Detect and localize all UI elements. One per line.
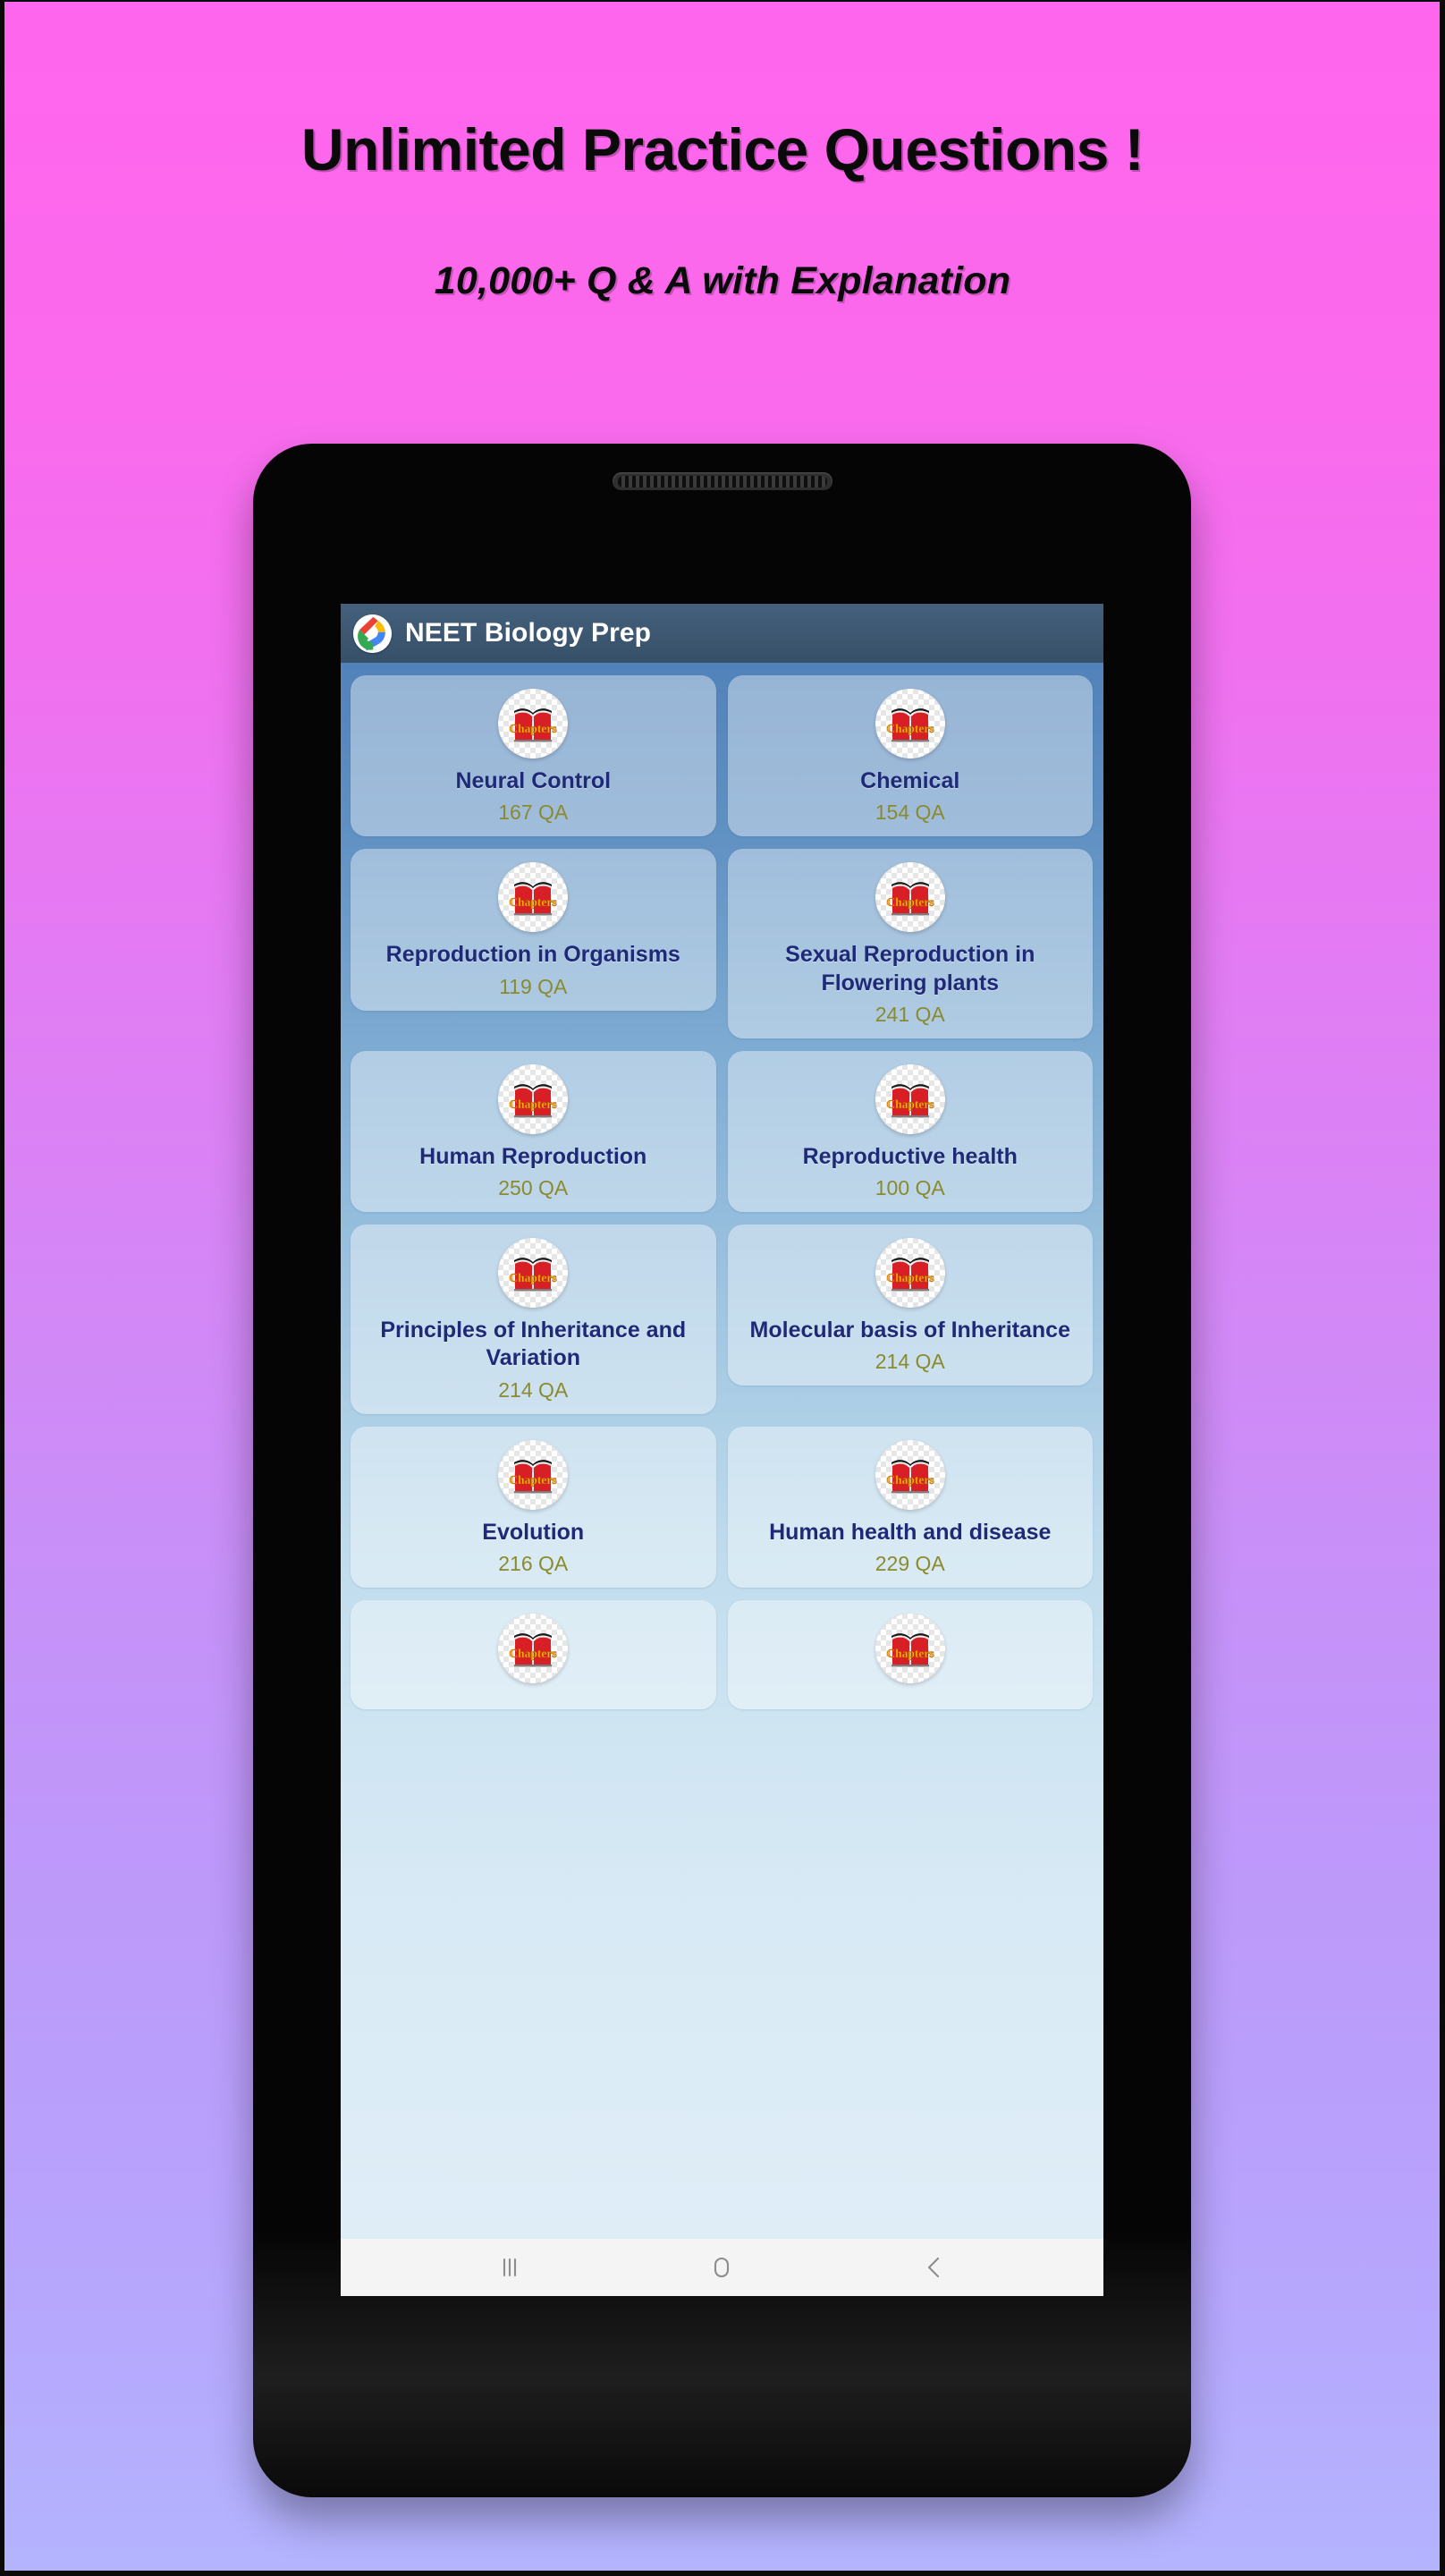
- chapters-book-icon: Chapters: [875, 862, 945, 933]
- home-button[interactable]: [681, 2239, 762, 2296]
- phone-speaker-grille: [612, 472, 832, 490]
- svg-text:Chapters: Chapters: [510, 1097, 557, 1111]
- chapter-question-count: 119 QA: [499, 974, 568, 998]
- chapter-card[interactable]: Chapters Reproductive health 100 QA: [727, 1050, 1093, 1212]
- svg-text:Chapters: Chapters: [886, 1647, 934, 1660]
- svg-text:Chapters: Chapters: [510, 1473, 557, 1487]
- chapters-book-icon: Chapters: [875, 1613, 945, 1683]
- image-border-right: [1440, 0, 1445, 2576]
- chapter-title: Reproductive health: [802, 1143, 1018, 1169]
- chapter-title: Sexual Reproduction in Flowering plants: [785, 942, 1035, 996]
- chapter-question-count: 216 QA: [498, 1551, 569, 1575]
- chapter-title: Human Reproduction: [419, 1143, 647, 1169]
- page-title: Unlimited Practice Questions !: [300, 116, 1145, 182]
- subheadline-container: 10,000+ Q & A with Explanation: [0, 259, 1445, 303]
- chapters-book-icon: Chapters: [875, 1439, 945, 1510]
- svg-text:Chapters: Chapters: [886, 1473, 934, 1487]
- chapters-book-icon: Chapters: [498, 1238, 569, 1308]
- chapter-card[interactable]: Chapters Human Reproduction 250 QA: [351, 1050, 716, 1212]
- page-subtitle: 10,000+ Q & A with Explanation: [434, 259, 1011, 302]
- chapters-book-icon: Chapters: [498, 1613, 569, 1683]
- chapter-question-count: 229 QA: [875, 1551, 945, 1575]
- back-button[interactable]: [894, 2239, 975, 2296]
- chapter-card[interactable]: Chapters: [727, 1599, 1093, 1709]
- chapter-title: Evolution: [482, 1519, 585, 1545]
- recents-button[interactable]: [469, 2239, 550, 2296]
- chapter-question-count: 154 QA: [875, 801, 945, 825]
- svg-text:Chapters: Chapters: [886, 895, 934, 909]
- chapter-card[interactable]: Chapters Evolution 216 QA: [351, 1426, 716, 1588]
- svg-text:Chapters: Chapters: [886, 722, 934, 735]
- chapters-book-icon: Chapters: [498, 862, 569, 933]
- svg-text:Chapters: Chapters: [510, 722, 557, 735]
- app-bar-title: NEET Biology Prep: [405, 618, 652, 648]
- chapters-book-icon: Chapters: [498, 1439, 569, 1510]
- chapters-book-icon: Chapters: [498, 689, 569, 758]
- chapter-list-scroll[interactable]: Chapters Neural Control 167 QA Chapters C…: [341, 663, 1103, 2239]
- chapter-title: Reproduction in Organisms: [385, 942, 680, 968]
- chapter-title: Neural Control: [455, 768, 612, 793]
- app-screen: NEET Biology Prep Chapters Neural Contro…: [341, 604, 1103, 2296]
- chapter-card[interactable]: Chapters Chemical 154 QA: [727, 675, 1093, 837]
- android-nav-bar: [341, 2239, 1103, 2296]
- chapters-book-icon: Chapters: [875, 689, 945, 758]
- headline-container: Unlimited Practice Questions !: [0, 116, 1445, 182]
- chapters-book-icon: Chapters: [875, 1063, 945, 1134]
- phone-mockup: NEET Biology Prep Chapters Neural Contro…: [253, 444, 1191, 2497]
- chapter-title: Molecular basis of Inheritance: [749, 1318, 1070, 1343]
- chapter-question-count: 167 QA: [498, 801, 569, 825]
- chapter-title: Principles of Inheritance and Variation: [380, 1318, 687, 1371]
- chapter-question-count: 241 QA: [875, 1002, 945, 1026]
- chapter-question-count: 214 QA: [498, 1377, 569, 1402]
- chapter-question-count: 214 QA: [875, 1350, 945, 1374]
- promo-canvas: Unlimited Practice Questions ! 10,000+ Q…: [0, 0, 1445, 2576]
- chapter-question-count: 250 QA: [498, 1176, 569, 1199]
- app-bar: NEET Biology Prep: [341, 604, 1103, 663]
- chapter-card[interactable]: Chapters: [351, 1599, 716, 1709]
- chapter-title: Chemical: [860, 768, 960, 793]
- chapter-title: Human health and disease: [769, 1519, 1052, 1545]
- svg-text:Chapters: Chapters: [510, 895, 557, 909]
- chapters-book-icon: Chapters: [498, 1063, 569, 1134]
- image-border-top: [0, 0, 1445, 2]
- chapter-card[interactable]: Chapters Human health and disease 229 QA: [727, 1426, 1093, 1588]
- chapter-grid: Chapters Neural Control 167 QA Chapters C…: [351, 675, 1094, 1709]
- chapter-card[interactable]: Chapters Reproduction in Organisms 119 QA: [351, 849, 716, 1011]
- svg-text:Chapters: Chapters: [886, 1097, 934, 1111]
- speaker-mesh: [617, 476, 827, 487]
- chapter-card[interactable]: Chapters Sexual Reproduction in Flowerin…: [727, 849, 1093, 1038]
- chapter-question-count: 100 QA: [875, 1176, 945, 1199]
- chapter-card[interactable]: Chapters Molecular basis of Inheritance 2…: [727, 1224, 1093, 1386]
- image-border-bottom: [0, 2571, 1445, 2576]
- chapters-book-icon: Chapters: [875, 1238, 945, 1308]
- chapter-card[interactable]: Chapters Neural Control 167 QA: [351, 675, 716, 837]
- google-swirl-app-icon: [353, 614, 392, 653]
- image-border-left: [0, 0, 4, 2576]
- svg-text:Chapters: Chapters: [886, 1271, 934, 1284]
- svg-text:Chapters: Chapters: [510, 1271, 557, 1284]
- svg-text:Chapters: Chapters: [510, 1647, 557, 1660]
- chapter-card[interactable]: Chapters Principles of Inheritance and V…: [351, 1224, 716, 1414]
